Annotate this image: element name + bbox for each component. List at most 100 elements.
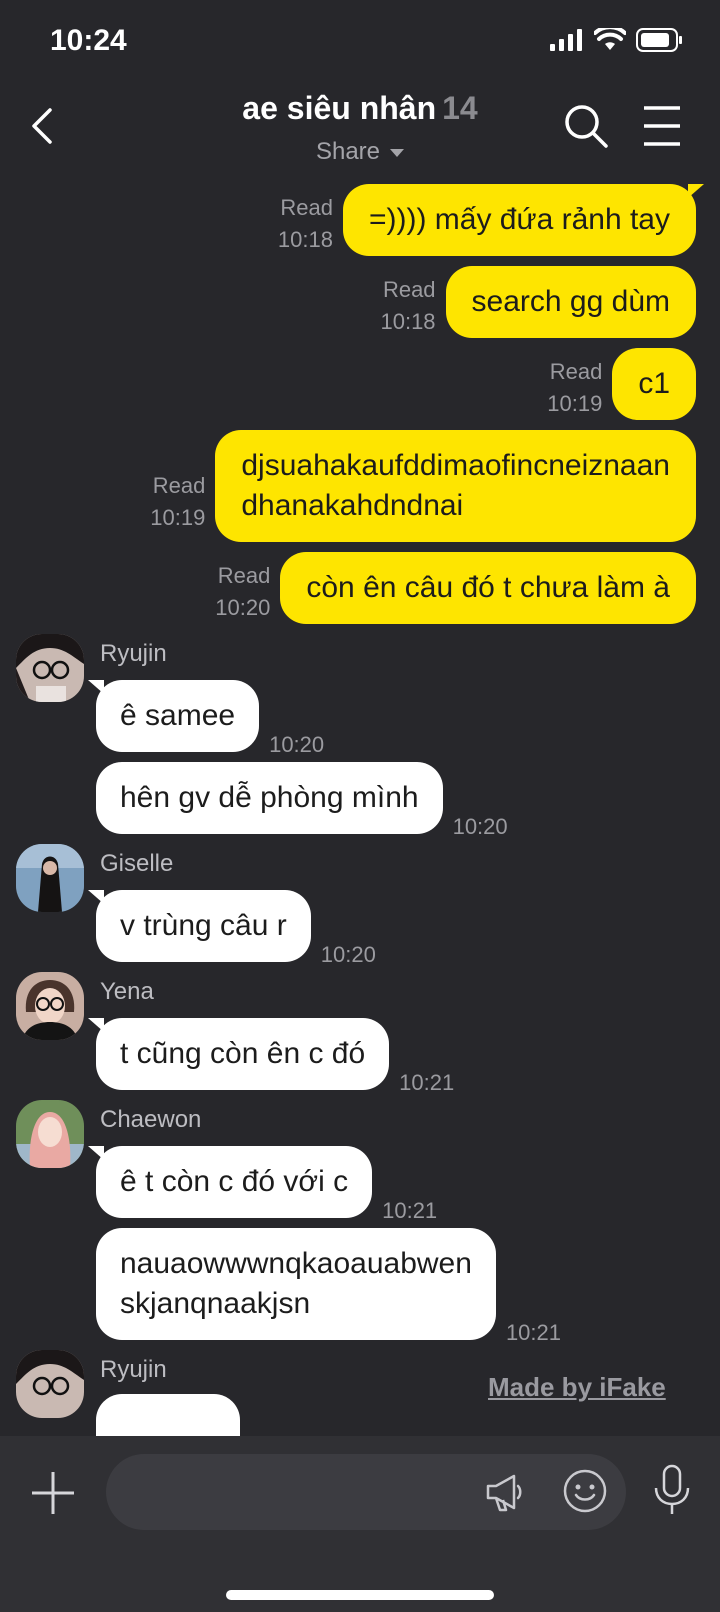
message-bubble[interactable]: search gg dùm xyxy=(445,266,696,338)
read-status: Read xyxy=(152,473,206,498)
emoji-icon[interactable] xyxy=(562,1468,608,1514)
incoming-message[interactable]: ê samee 10:20 xyxy=(88,680,324,757)
message-time: 10:19 xyxy=(547,391,603,416)
outgoing-message[interactable]: Read 10:18 =)))) mấy đứa rảnh tay xyxy=(278,184,704,256)
message-time: 10:21 xyxy=(505,1320,561,1345)
incoming-message[interactable]: nauaowwwnqkaoauabwen skjanqnaakjsn 10:21 xyxy=(96,1228,561,1345)
message-time: 10:20 xyxy=(452,814,508,839)
message-text-line: djsuahakaufddimaofincneiznaan xyxy=(241,449,670,482)
message-text: ê samee xyxy=(120,699,236,732)
sender-name: Ryujin xyxy=(100,1356,167,1383)
message-bubble[interactable]: djsuahakaufddimaofincneiznaan dhanakahdn… xyxy=(215,430,696,542)
message-time: 10:20 xyxy=(215,595,271,620)
incoming-message[interactable]: ê t còn c đó với c 10:21 xyxy=(88,1146,437,1223)
avatar-ryujin-image xyxy=(16,634,84,702)
message-time: 10:21 xyxy=(382,1198,438,1223)
message-bubble[interactable]: hên gv dễ phòng mình xyxy=(96,762,443,834)
avatar-chaewon-image xyxy=(16,1100,84,1168)
status-time: 10:24 xyxy=(50,24,127,57)
status-icons xyxy=(550,28,682,52)
sender-name: Ryujin xyxy=(100,640,167,667)
message-text: còn ên câu đó t chưa làm à xyxy=(306,571,670,604)
member-count: 14 xyxy=(442,90,478,126)
message-time: 10:18 xyxy=(380,309,436,334)
megaphone-icon[interactable] xyxy=(484,1470,528,1514)
status-bar: 10:24 xyxy=(0,0,720,84)
message-bubble[interactable]: v trùng câu r xyxy=(88,890,311,962)
message-time: 10:18 xyxy=(277,227,333,252)
share-label: Share xyxy=(315,138,381,165)
message-meta: Read 10:20 xyxy=(215,560,270,624)
message-meta: Read 10:18 xyxy=(278,192,333,256)
avatar[interactable] xyxy=(16,1350,84,1418)
sender-name: Giselle xyxy=(100,850,174,877)
microphone-icon[interactable] xyxy=(652,1464,692,1516)
outgoing-message[interactable]: Read 10:20 còn ên câu đó t chưa làm à xyxy=(215,552,696,624)
search-icon[interactable] xyxy=(562,102,610,150)
composer-bar xyxy=(0,1436,720,1612)
signal-icon xyxy=(550,29,582,51)
read-status: Read xyxy=(217,563,271,588)
message-bubble[interactable]: còn ên câu đó t chưa làm à xyxy=(280,552,696,624)
message-bubble[interactable]: t cũng còn ên c đó xyxy=(88,1018,390,1090)
message-bubble[interactable]: =)))) mấy đứa rảnh tay xyxy=(342,184,704,256)
incoming-message[interactable]: hên gv dễ phòng mình 10:20 xyxy=(96,762,508,839)
message-list[interactable]: Read 10:18 =)))) mấy đứa rảnh tay Read 1… xyxy=(0,184,720,1436)
outgoing-message[interactable]: Read 10:18 search gg dùm xyxy=(380,266,696,338)
wifi-icon xyxy=(594,28,626,50)
avatar-giselle-image xyxy=(16,844,84,912)
watermark: Made by iFake xyxy=(488,1372,666,1402)
message-text: v trùng câu r xyxy=(120,909,287,942)
battery-icon xyxy=(636,28,682,52)
message-text: =)))) mấy đứa rảnh tay xyxy=(368,203,670,236)
chat-title-group[interactable]: ae siêu nhân 14 xyxy=(0,90,720,127)
caret-down-icon xyxy=(390,148,405,157)
read-status: Read xyxy=(549,359,603,384)
bubble-tail xyxy=(688,184,704,198)
message-text-line: dhanakahdndnai xyxy=(241,489,464,522)
sender-name: Chaewon xyxy=(100,1106,202,1133)
plus-icon[interactable] xyxy=(30,1470,76,1516)
message-bubble[interactable]: ê t còn c đó với c xyxy=(88,1146,373,1218)
message-text: t cũng còn ên c đó xyxy=(120,1037,366,1070)
incoming-message[interactable]: v trùng câu r 10:20 xyxy=(88,890,376,967)
chat-title: ae siêu nhân xyxy=(242,90,437,126)
message-bubble[interactable] xyxy=(96,1394,240,1436)
message-text-line: skjanqnaakjsn xyxy=(120,1287,311,1320)
menu-icon[interactable] xyxy=(642,104,682,148)
message-text-line: nauaowwwnqkaoauabwen xyxy=(120,1247,472,1280)
read-status: Read xyxy=(280,195,333,220)
home-indicator[interactable] xyxy=(226,1590,494,1600)
avatar[interactable] xyxy=(16,972,84,1040)
bubble-tail xyxy=(88,680,104,694)
avatar-ryujin-image xyxy=(16,1350,84,1418)
avatar[interactable] xyxy=(16,844,84,912)
avatar[interactable] xyxy=(16,1100,84,1168)
sender-name: Yena xyxy=(100,978,154,1005)
outgoing-message[interactable]: Read 10:19 c1 xyxy=(547,348,696,420)
bubble-tail xyxy=(88,1146,104,1160)
message-text: search gg dùm xyxy=(471,285,670,318)
chat-header: ae siêu nhân 14 Share xyxy=(0,84,720,184)
message-bubble[interactable]: nauaowwwnqkaoauabwen skjanqnaakjsn xyxy=(96,1228,496,1340)
message-bubble[interactable]: ê samee xyxy=(88,680,260,752)
bubble-tail xyxy=(88,890,104,904)
message-time: 10:20 xyxy=(320,942,376,967)
message-time: 10:21 xyxy=(399,1070,455,1095)
message-input-box[interactable] xyxy=(106,1454,626,1530)
incoming-message[interactable]: t cũng còn ên c đó 10:21 xyxy=(88,1018,454,1095)
message-time: 10:19 xyxy=(150,505,206,530)
message-text: c1 xyxy=(638,367,670,400)
message-input[interactable] xyxy=(130,1454,470,1530)
message-text: ê t còn c đó với c xyxy=(120,1165,349,1198)
message-text: hên gv dễ phòng mình xyxy=(120,781,419,814)
message-meta: Read 10:18 xyxy=(380,274,435,338)
message-bubble[interactable]: c1 xyxy=(612,348,696,420)
message-meta: Read 10:19 xyxy=(150,470,205,534)
message-time: 10:20 xyxy=(269,732,325,757)
incoming-message[interactable] xyxy=(96,1394,240,1436)
share-dropdown[interactable]: Share xyxy=(0,138,720,166)
avatar[interactable] xyxy=(16,634,84,702)
read-status: Read xyxy=(382,277,436,302)
outgoing-message[interactable]: Read 10:19 djsuahakaufddimaofincneiznaan… xyxy=(150,430,696,542)
